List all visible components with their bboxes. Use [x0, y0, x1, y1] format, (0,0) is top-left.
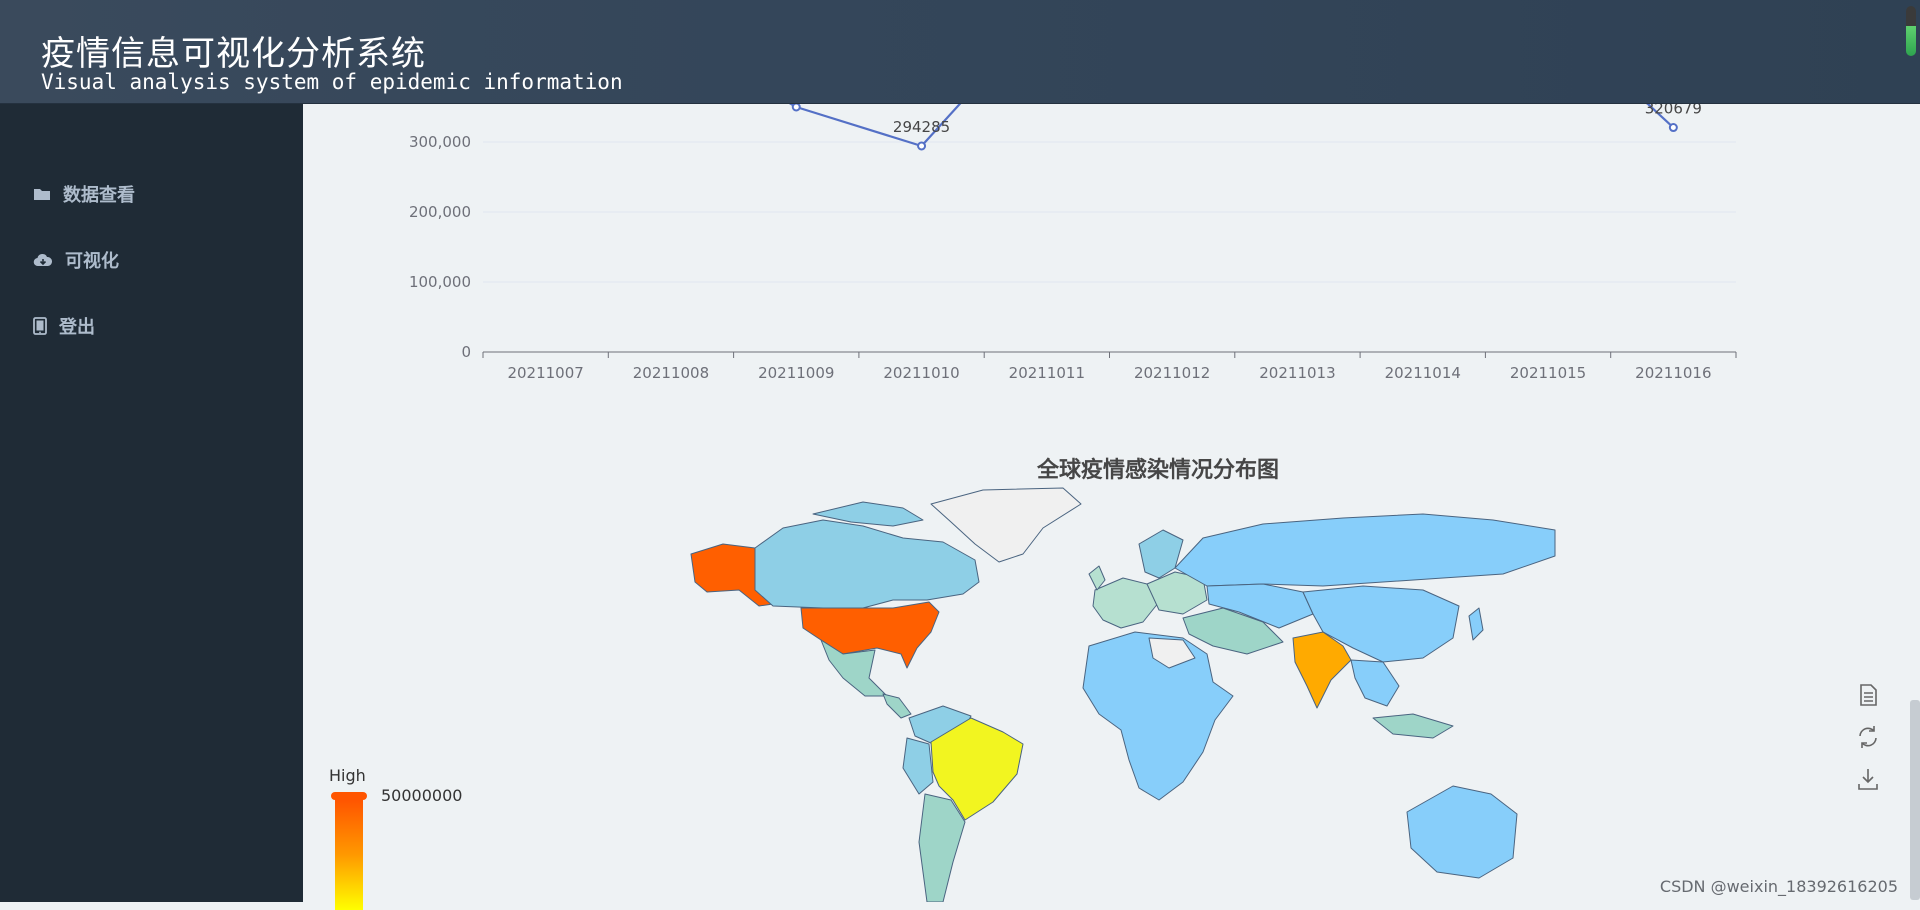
app-header: 疫情信息可视化分析系统 Visual analysis system of ep… [0, 0, 1920, 104]
x-tick-label: 20211008 [633, 364, 709, 382]
series-line-segment [788, 104, 797, 108]
map-title: 全球疫情感染情况分布图 [1036, 458, 1279, 483]
chart-toolbox [1855, 682, 1885, 808]
map-region-india[interactable] [1292, 631, 1352, 709]
x-tick-label: 20211007 [507, 364, 583, 382]
x-tick-label: 20211014 [1385, 364, 1461, 382]
folder-icon [34, 189, 50, 200]
data-label: 320679 [1645, 104, 1702, 118]
y-tick-label: 300,000 [409, 133, 471, 151]
y-tick-label: 100,000 [409, 273, 471, 291]
world-map [690, 487, 1556, 902]
x-tick-label: 20211010 [883, 364, 959, 382]
data-point[interactable] [1668, 123, 1678, 133]
map-region-australia[interactable] [1406, 785, 1518, 879]
line-series [788, 104, 1678, 151]
line-chart: 0100,000200,000300,000 20211007 20211008 2… [409, 104, 1737, 382]
data-label: 294285 [893, 118, 950, 136]
data-point[interactable] [917, 141, 927, 151]
x-tick-label: 20211015 [1510, 364, 1586, 382]
visualmap-max-value: 50000000 [381, 786, 463, 805]
map-region-argentina[interactable] [918, 793, 966, 902]
cloud-download-icon [33, 253, 53, 267]
visualmap-high-label: High [329, 766, 366, 785]
map-region-indonesia[interactable] [1372, 713, 1454, 739]
map-region-peru[interactable] [902, 737, 934, 795]
main-content: 0 100,000 200,000 300,000 20211007 20211008 2… [303, 104, 1920, 910]
scrollbar-thumb[interactable] [1910, 700, 1920, 900]
app-subtitle: Visual analysis system of epidemic infor… [41, 70, 623, 94]
sidebar-item-visualization[interactable]: 可视化 [33, 246, 119, 274]
visualmap-handle[interactable] [331, 792, 367, 800]
restore-icon[interactable] [1855, 724, 1881, 750]
x-tick-label: 20211009 [758, 364, 834, 382]
app-title: 疫情信息可视化分析系统 [41, 34, 426, 74]
x-tick-label: 20211016 [1635, 364, 1711, 382]
map-region-russia[interactable] [1174, 513, 1556, 587]
x-axis-ticks: 20211007 20211008 20211009 20211010 20211011… [482, 352, 1737, 382]
sidebar-item-label: 登出 [59, 317, 95, 338]
sidebar-item-data-view[interactable]: 数据查看 [33, 180, 135, 208]
watermark: CSDN @weixin_18392616205 [1659, 877, 1898, 896]
data-labels: 294285 320679 [893, 104, 1702, 136]
tablet-icon [33, 317, 47, 335]
map-region-canada[interactable] [754, 519, 980, 609]
x-tick-label: 20211011 [1009, 364, 1085, 382]
sidebar: 数据查看 可视化 登出 [0, 104, 303, 902]
sidebar-item-logout[interactable]: 登出 [33, 312, 95, 340]
visualmap-gradient-bar[interactable] [335, 800, 363, 910]
sidebar-item-label: 可视化 [65, 251, 119, 272]
x-tick-label: 20211013 [1259, 364, 1335, 382]
data-view-icon[interactable] [1855, 682, 1881, 708]
save-image-icon[interactable] [1855, 766, 1881, 792]
y-tick-label: 0 [461, 343, 471, 361]
y-tick-label: 200,000 [409, 203, 471, 221]
y-axis-ticks: 0 100,000 200,000 300,000 [409, 133, 471, 361]
map-region-japan[interactable] [1468, 607, 1484, 641]
data-point[interactable] [791, 104, 801, 112]
map-region-central-america[interactable] [882, 693, 912, 719]
map-region-scandinavia[interactable] [1138, 529, 1184, 579]
scroll-indicator [1906, 6, 1916, 56]
x-tick-label: 20211012 [1134, 364, 1210, 382]
map-region-southeast-asia[interactable] [1350, 659, 1400, 707]
y-gridlines [483, 141, 1736, 283]
sidebar-item-label: 数据查看 [63, 185, 135, 206]
